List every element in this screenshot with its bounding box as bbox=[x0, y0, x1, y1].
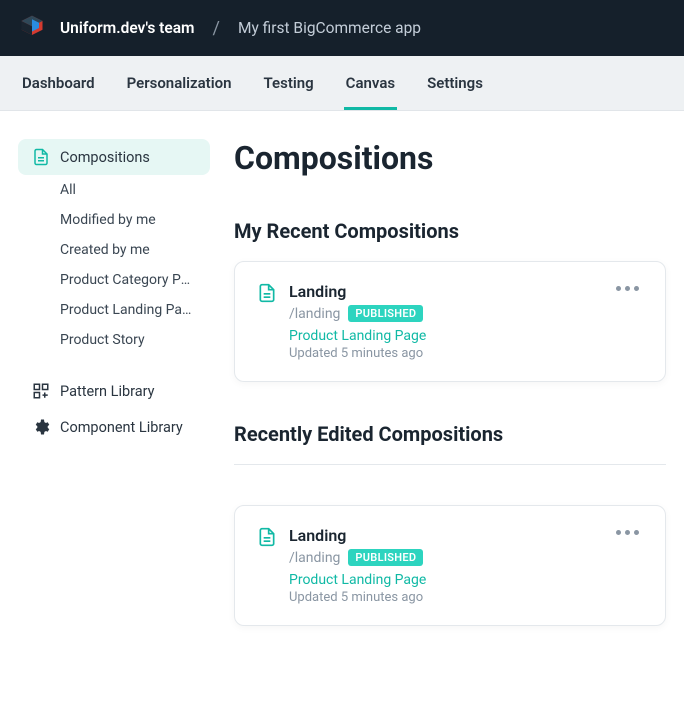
composition-updated: Updated 5 minutes ago bbox=[289, 346, 643, 361]
status-badge: PUBLISHED bbox=[348, 305, 423, 322]
composition-updated: Updated 5 minutes ago bbox=[289, 590, 643, 605]
sidebar-item-label: Pattern Library bbox=[60, 383, 155, 400]
topbar: Uniform.dev's team / My first BigCommerc… bbox=[0, 0, 684, 56]
sidebar-sub-all[interactable]: All bbox=[18, 175, 210, 205]
gear-icon bbox=[32, 418, 50, 436]
composition-slug: /landing bbox=[289, 306, 340, 322]
composition-title: Landing bbox=[289, 282, 643, 301]
sidebar-item-compositions[interactable]: Compositions bbox=[18, 139, 210, 175]
logo[interactable] bbox=[18, 14, 46, 42]
sidebar-sub-product-landing[interactable]: Product Landing Page bbox=[18, 295, 210, 325]
breadcrumb-separator: / bbox=[213, 18, 220, 39]
divider bbox=[234, 464, 666, 465]
tabbar: Dashboard Personalization Testing Canvas… bbox=[0, 56, 684, 111]
breadcrumb-app[interactable]: My first BigCommerce app bbox=[238, 19, 421, 37]
tab-canvas[interactable]: Canvas bbox=[344, 56, 397, 110]
content-area: Compositions My Recent Compositions Land… bbox=[234, 139, 666, 666]
sidebar: Compositions All Modified by me Created … bbox=[18, 139, 210, 666]
sidebar-sub-created-by-me[interactable]: Created by me bbox=[18, 235, 210, 265]
tab-settings[interactable]: Settings bbox=[425, 56, 485, 110]
document-icon bbox=[32, 148, 50, 166]
composition-card[interactable]: Landing /landing PUBLISHED Product Landi… bbox=[234, 261, 666, 382]
sidebar-sub-product-category[interactable]: Product Category Pa... bbox=[18, 265, 210, 295]
recently-edited-heading: Recently Edited Compositions bbox=[234, 422, 666, 446]
tab-personalization[interactable]: Personalization bbox=[125, 56, 234, 110]
composition-card[interactable]: Landing /landing PUBLISHED Product Landi… bbox=[234, 505, 666, 626]
main-area: Compositions All Modified by me Created … bbox=[0, 111, 684, 684]
composition-title: Landing bbox=[289, 526, 643, 545]
sidebar-item-label: Compositions bbox=[60, 149, 150, 166]
composition-template[interactable]: Product Landing Page bbox=[289, 572, 643, 588]
sidebar-item-label: Component Library bbox=[60, 419, 183, 436]
sidebar-item-component-library[interactable]: Component Library bbox=[18, 409, 210, 445]
breadcrumb-team[interactable]: Uniform.dev's team bbox=[60, 19, 195, 37]
document-icon bbox=[257, 283, 277, 303]
pattern-icon bbox=[32, 382, 50, 400]
sidebar-sub-modified-by-me[interactable]: Modified by me bbox=[18, 205, 210, 235]
more-options-button[interactable] bbox=[612, 526, 643, 539]
sidebar-sub-product-story[interactable]: Product Story bbox=[18, 325, 210, 355]
status-badge: PUBLISHED bbox=[348, 549, 423, 566]
document-icon bbox=[257, 527, 277, 547]
composition-template[interactable]: Product Landing Page bbox=[289, 328, 643, 344]
more-options-button[interactable] bbox=[612, 282, 643, 295]
sidebar-item-pattern-library[interactable]: Pattern Library bbox=[18, 373, 210, 409]
recent-compositions-heading: My Recent Compositions bbox=[234, 219, 666, 243]
composition-slug: /landing bbox=[289, 550, 340, 566]
page-title: Compositions bbox=[234, 139, 666, 177]
tab-testing[interactable]: Testing bbox=[262, 56, 316, 110]
tab-dashboard[interactable]: Dashboard bbox=[20, 56, 97, 110]
